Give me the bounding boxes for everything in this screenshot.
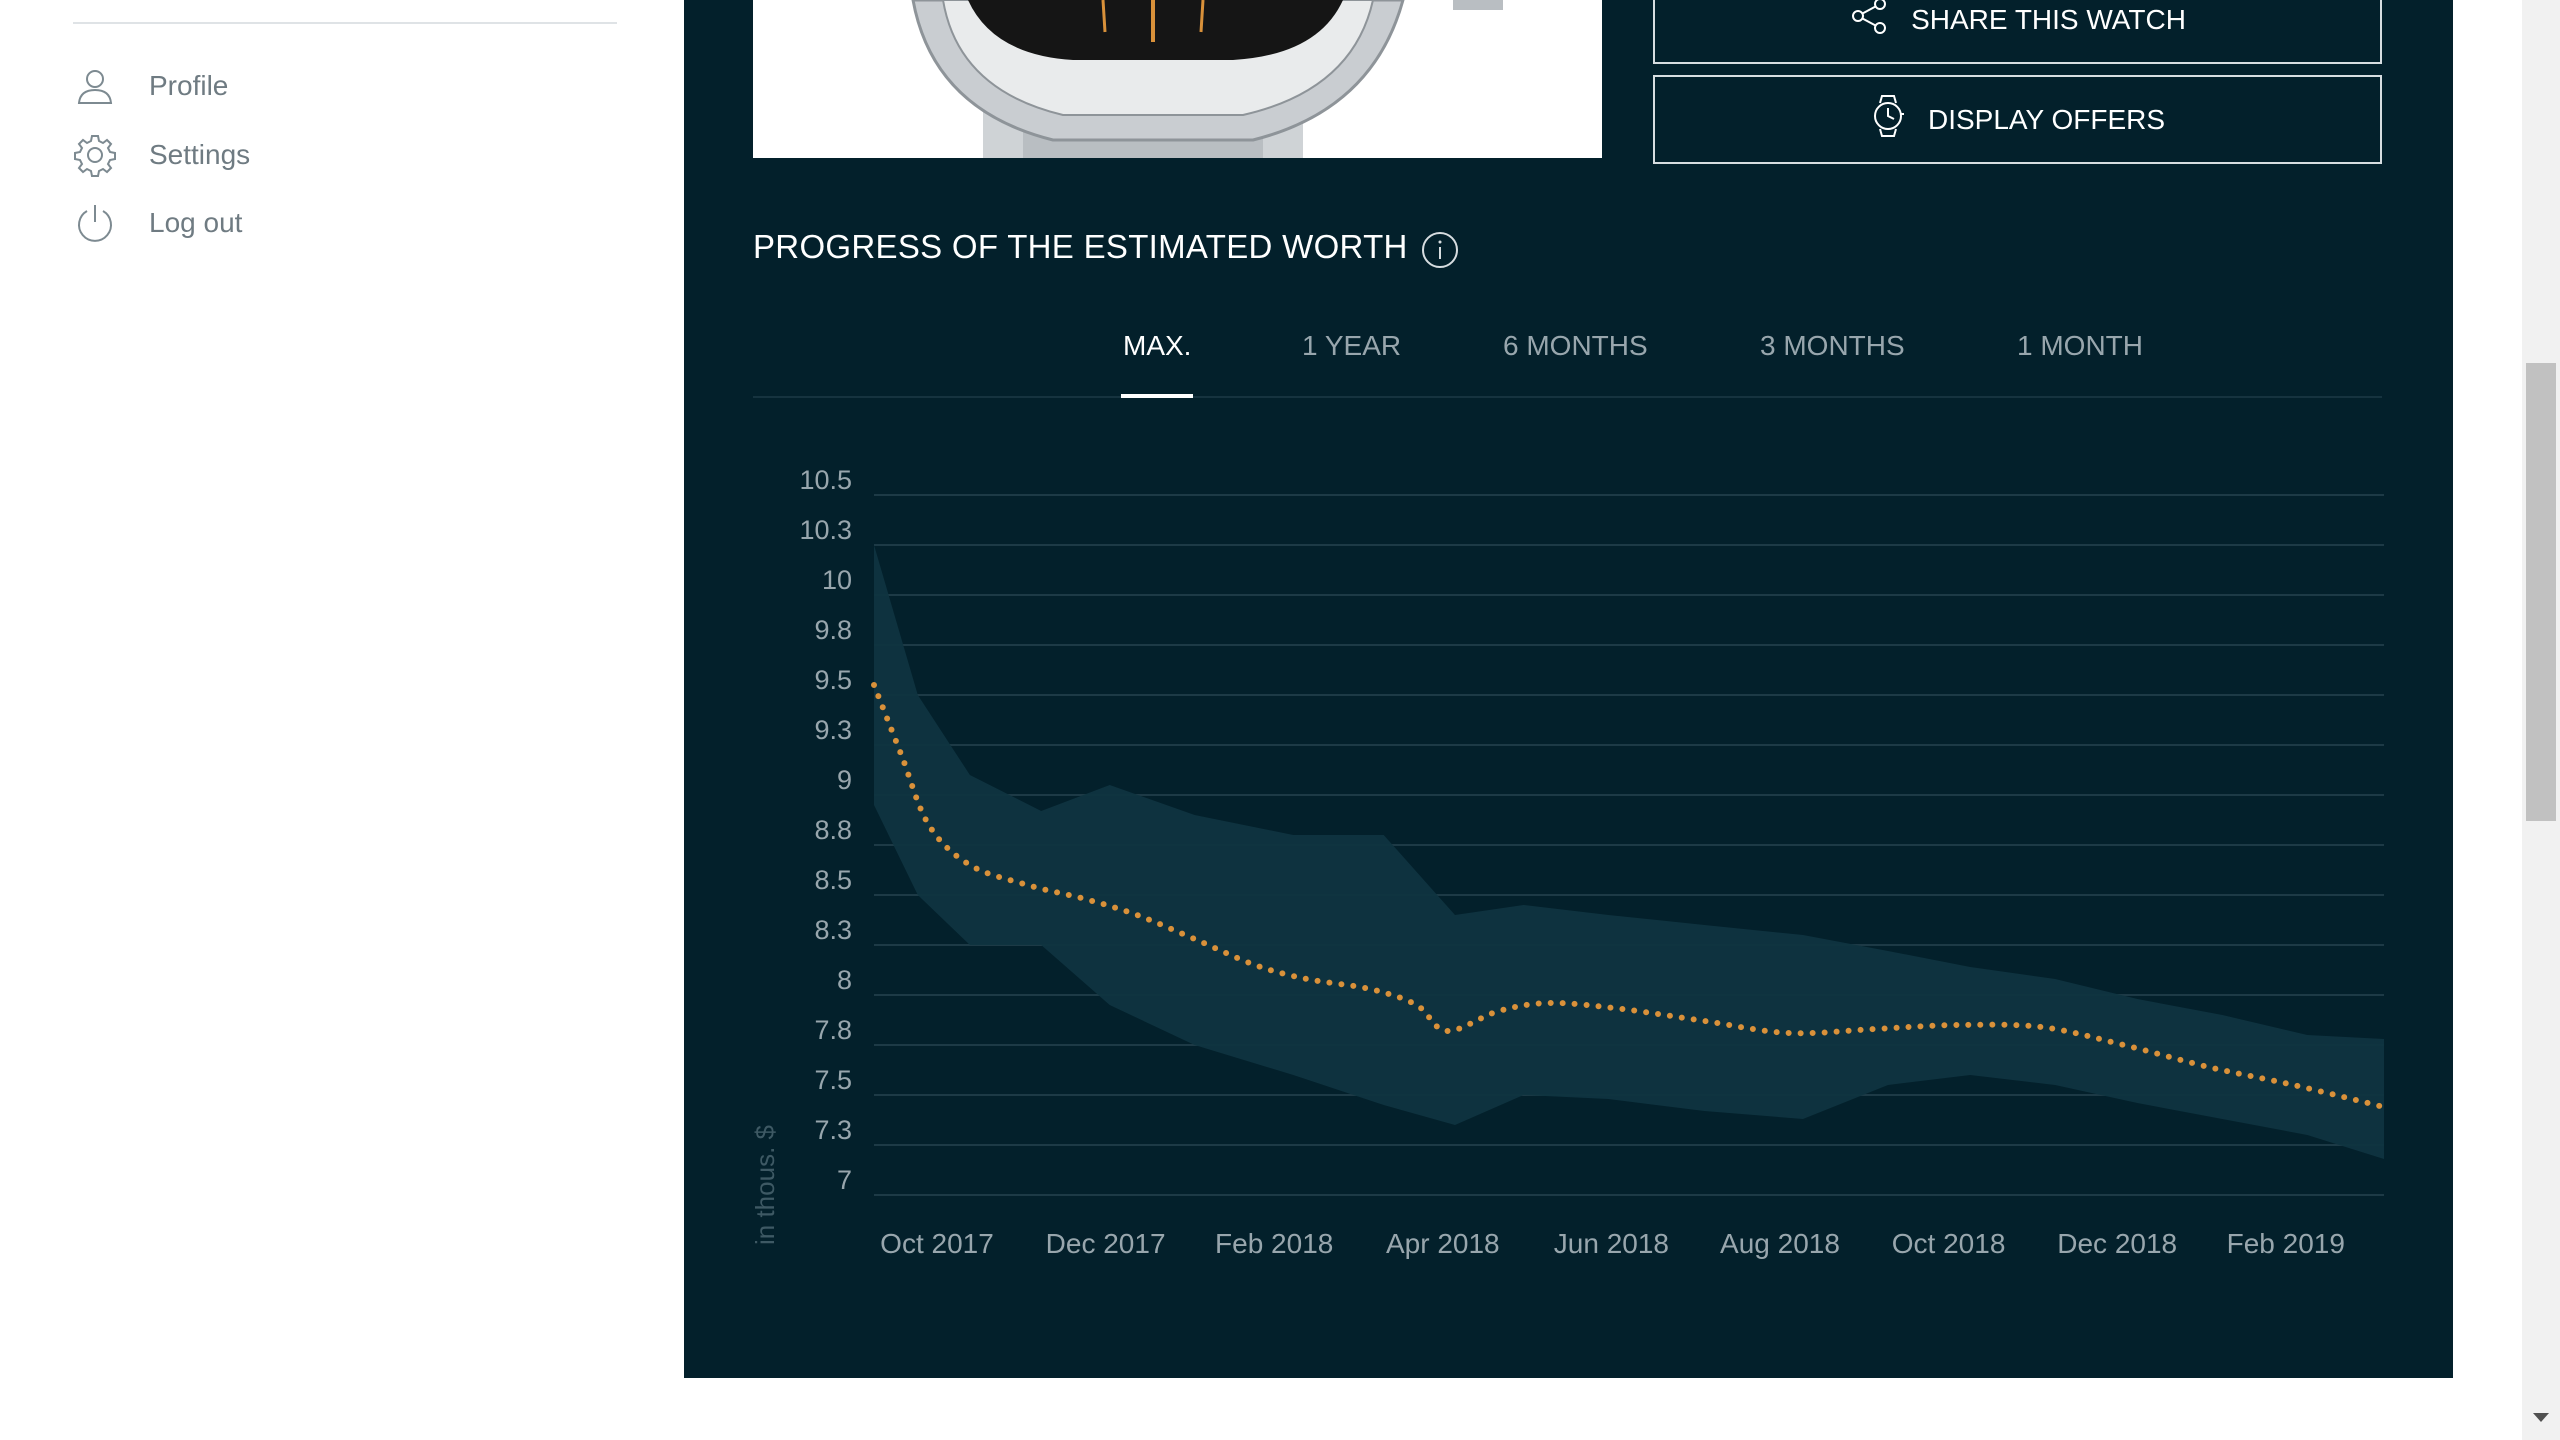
y-tick-label: 9.3 [814, 715, 852, 745]
timeframe-tabs: MAX. 1 YEAR 6 MONTHS 3 MONTHS 1 MONTH [753, 318, 2382, 398]
display-offers-label: DISPLAY OFFERS [1927, 103, 2166, 135]
x-tick-label: Dec 2018 [2057, 1228, 2177, 1259]
scroll-down-arrow[interactable] [2533, 1413, 2549, 1422]
y-tick-label: 7 [837, 1165, 852, 1195]
sidebar-item-settings[interactable]: Settings [73, 127, 250, 183]
info-icon[interactable] [1421, 231, 1459, 274]
x-tick-label: Oct 2018 [1892, 1228, 2006, 1259]
y-tick-label: 10.3 [799, 515, 852, 545]
y-tick-label: 7.8 [814, 1015, 852, 1045]
x-tick-label: Oct 2017 [880, 1228, 994, 1259]
y-tick-label: 9.5 [814, 665, 852, 695]
share-watch-button[interactable]: SHARE THIS WATCH [1653, 0, 2382, 64]
worth-chart: 10.5 10.3 10 9.8 9.5 9.3 9 8.8 8.5 8.3 8 7.8 7.5 7.3 7… [750, 465, 2387, 1259]
x-tick-label: Apr 2018 [1386, 1228, 1500, 1259]
sidebar-item-profile[interactable]: Profile [73, 58, 228, 114]
y-tick-label: 8.8 [814, 815, 852, 845]
section-title: PROGRESS OF THE ESTIMATED WORTH [753, 228, 1408, 265]
watch-detail-panel: SHARE THIS WATCH DISPLAY OFFERS PROGRESS… [684, 0, 2453, 1378]
sidebar-item-label: Profile [149, 70, 229, 101]
sidebar-item-label: Settings [149, 139, 251, 170]
x-tick-label: Feb 2019 [2227, 1228, 2345, 1259]
y-tick-label: 10 [822, 565, 852, 595]
tab-max[interactable]: MAX. [1123, 330, 1191, 362]
y-tick-label: 8.5 [814, 865, 852, 895]
x-tick-label: Aug 2018 [1720, 1228, 1840, 1259]
gear-icon [73, 133, 117, 177]
sidebar-divider [73, 22, 617, 24]
confidence-band [874, 545, 2384, 1159]
tab-3-months[interactable]: 3 MONTHS [1760, 330, 1905, 362]
scrollbar-thumb[interactable] [2526, 363, 2556, 821]
share-watch-label: SHARE THIS WATCH [1911, 3, 2186, 35]
y-tick-label: 7.5 [814, 1065, 852, 1095]
y-tick-label: 7.3 [814, 1115, 852, 1145]
x-tick-label: Jun 2018 [1554, 1228, 1669, 1259]
tab-1-month[interactable]: 1 MONTH [2017, 330, 2143, 362]
tab-6-months[interactable]: 6 MONTHS [1503, 330, 1648, 362]
sidebar-item-label: Log out [149, 207, 243, 238]
display-offers-button[interactable]: DISPLAY OFFERS [1653, 75, 2382, 164]
active-tab-indicator [1121, 394, 1193, 398]
sidebar-item-logout[interactable]: Log out [73, 195, 242, 251]
y-tick-label: 10.5 [799, 465, 852, 495]
tab-1-year[interactable]: 1 YEAR [1302, 330, 1401, 362]
power-icon [73, 201, 117, 245]
y-tick-label: 8 [837, 965, 852, 995]
y-tick-label: 9.8 [814, 615, 852, 645]
y-axis-label: in thous. $ [750, 1124, 780, 1245]
watch-image [753, 0, 1602, 158]
share-icon [1849, 0, 1889, 43]
user-icon [73, 64, 117, 108]
x-tick-label: Feb 2018 [1215, 1228, 1333, 1259]
y-tick-label: 8.3 [814, 915, 852, 945]
watch-icon [1870, 94, 1906, 145]
y-tick-label: 9 [837, 765, 852, 795]
x-tick-label: Dec 2017 [1046, 1228, 1166, 1259]
